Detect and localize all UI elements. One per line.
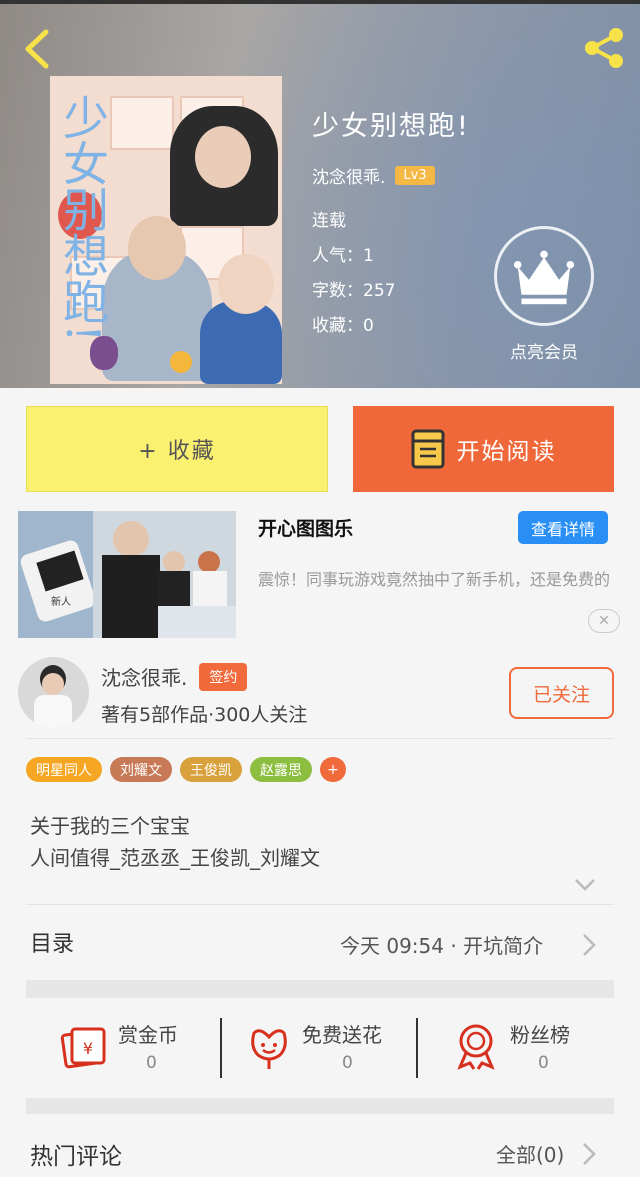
medal-icon — [457, 1024, 495, 1070]
expand-chevron-icon[interactable] — [574, 878, 596, 892]
book-title: 少女别想跑! — [312, 111, 470, 142]
signed-badge: 签约 — [199, 662, 248, 691]
free-flowers[interactable]: 免费送花 0 — [248, 1015, 408, 1081]
book-author-line: 沈念很乖. Lv3 — [312, 163, 470, 188]
collect-button[interactable]: + 收藏 — [26, 406, 328, 492]
share-icon[interactable] — [580, 24, 628, 72]
author-name-row: 沈念很乖. 签约 — [101, 662, 248, 691]
ad-description[interactable]: 震惊！同事玩游戏竟然抽中了新手机，还是免费的 — [258, 566, 620, 594]
vip-button[interactable] — [494, 226, 594, 326]
hot-comments-title: 热门评论 — [30, 1144, 122, 1170]
tag-liu-yaowen[interactable]: 刘耀文 — [110, 757, 172, 782]
divider — [416, 1018, 418, 1078]
stat-name: 粉丝榜 — [510, 1023, 570, 1047]
book-popularity: 人气：1 — [312, 246, 374, 266]
stat-value: 0 — [342, 1053, 353, 1073]
chevron-right-icon[interactable] — [582, 1142, 596, 1166]
vip-label[interactable]: 点亮会员 — [494, 338, 594, 363]
reward-coins[interactable]: ¥ 赏金币 0 — [60, 1015, 220, 1081]
author-name[interactable]: 沈念很乖. — [101, 662, 187, 691]
toc-latest-chapter[interactable]: 今天 09:54 · 开坑简介 — [340, 930, 543, 959]
divider — [220, 1018, 222, 1078]
stat-name: 免费送花 — [302, 1023, 382, 1047]
section-separator — [26, 1098, 614, 1114]
book-author[interactable]: 沈念很乖. — [312, 163, 385, 188]
author-stats: 著有5部作品·300人关注 — [101, 704, 308, 726]
divider — [26, 738, 614, 739]
ad-details-button[interactable]: 查看详情 — [518, 511, 608, 544]
follow-button[interactable]: 已关注 — [509, 667, 614, 719]
tag-wang-junkai[interactable]: 王俊凯 — [180, 757, 242, 782]
crown-icon — [513, 250, 575, 305]
fan-ranking[interactable]: 粉丝榜 0 — [454, 1015, 614, 1081]
start-reading-button[interactable]: 开始阅读 — [353, 406, 614, 492]
level-badge: Lv3 — [395, 166, 435, 185]
ad-image-caption: 新人 — [51, 597, 71, 608]
book-icon — [411, 429, 444, 469]
all-comments-link[interactable]: 全部(0) — [496, 1139, 564, 1168]
chevron-right-icon[interactable] — [582, 933, 596, 957]
stat-value: 0 — [538, 1053, 549, 1073]
stat-name: 赏金币 — [118, 1023, 178, 1047]
description-line: 关于我的三个宝宝 — [30, 814, 190, 838]
ad-close-button[interactable]: ✕ — [588, 609, 620, 633]
start-reading-label: 开始阅读 — [456, 439, 557, 465]
book-description: 关于我的三个宝宝 人间值得_范丞丞_王俊凯_刘耀文 — [30, 810, 320, 874]
tag-zhao-lusi[interactable]: 赵露思 — [250, 757, 312, 782]
flower-icon — [251, 1029, 287, 1069]
tag-star-fanfic[interactable]: 明星同人 — [26, 757, 102, 782]
section-separator — [26, 980, 614, 998]
description-line: 人间值得_范丞丞_王俊凯_刘耀文 — [30, 846, 320, 870]
red-envelope-icon: ¥ — [60, 1027, 106, 1069]
toc-label[interactable]: 目录 — [30, 926, 74, 958]
book-status: 连载 — [312, 211, 346, 231]
book-cover[interactable]: 少女别想跑! — [50, 76, 282, 384]
cover-title-art: 少女别想跑! — [56, 94, 110, 343]
book-word-count: 字数：257 — [312, 281, 396, 301]
ad-image[interactable]: 新人 — [18, 511, 236, 638]
ad-title[interactable]: 开心图图乐 — [258, 514, 353, 541]
author-avatar[interactable] — [18, 657, 89, 728]
svg-text:¥: ¥ — [83, 1039, 93, 1058]
tag-add-button[interactable]: + — [320, 757, 346, 782]
stat-value: 0 — [146, 1053, 157, 1073]
tag-list: 明星同人 刘耀文 王俊凯 赵露思 + — [26, 757, 346, 782]
book-meta: 少女别想跑! 沈念很乖. Lv3 连载 人气：1 字数：257 收藏：0 — [312, 104, 470, 346]
divider — [26, 904, 614, 905]
book-favorites: 收藏：0 — [312, 316, 374, 336]
back-arrow-icon[interactable] — [18, 26, 58, 72]
